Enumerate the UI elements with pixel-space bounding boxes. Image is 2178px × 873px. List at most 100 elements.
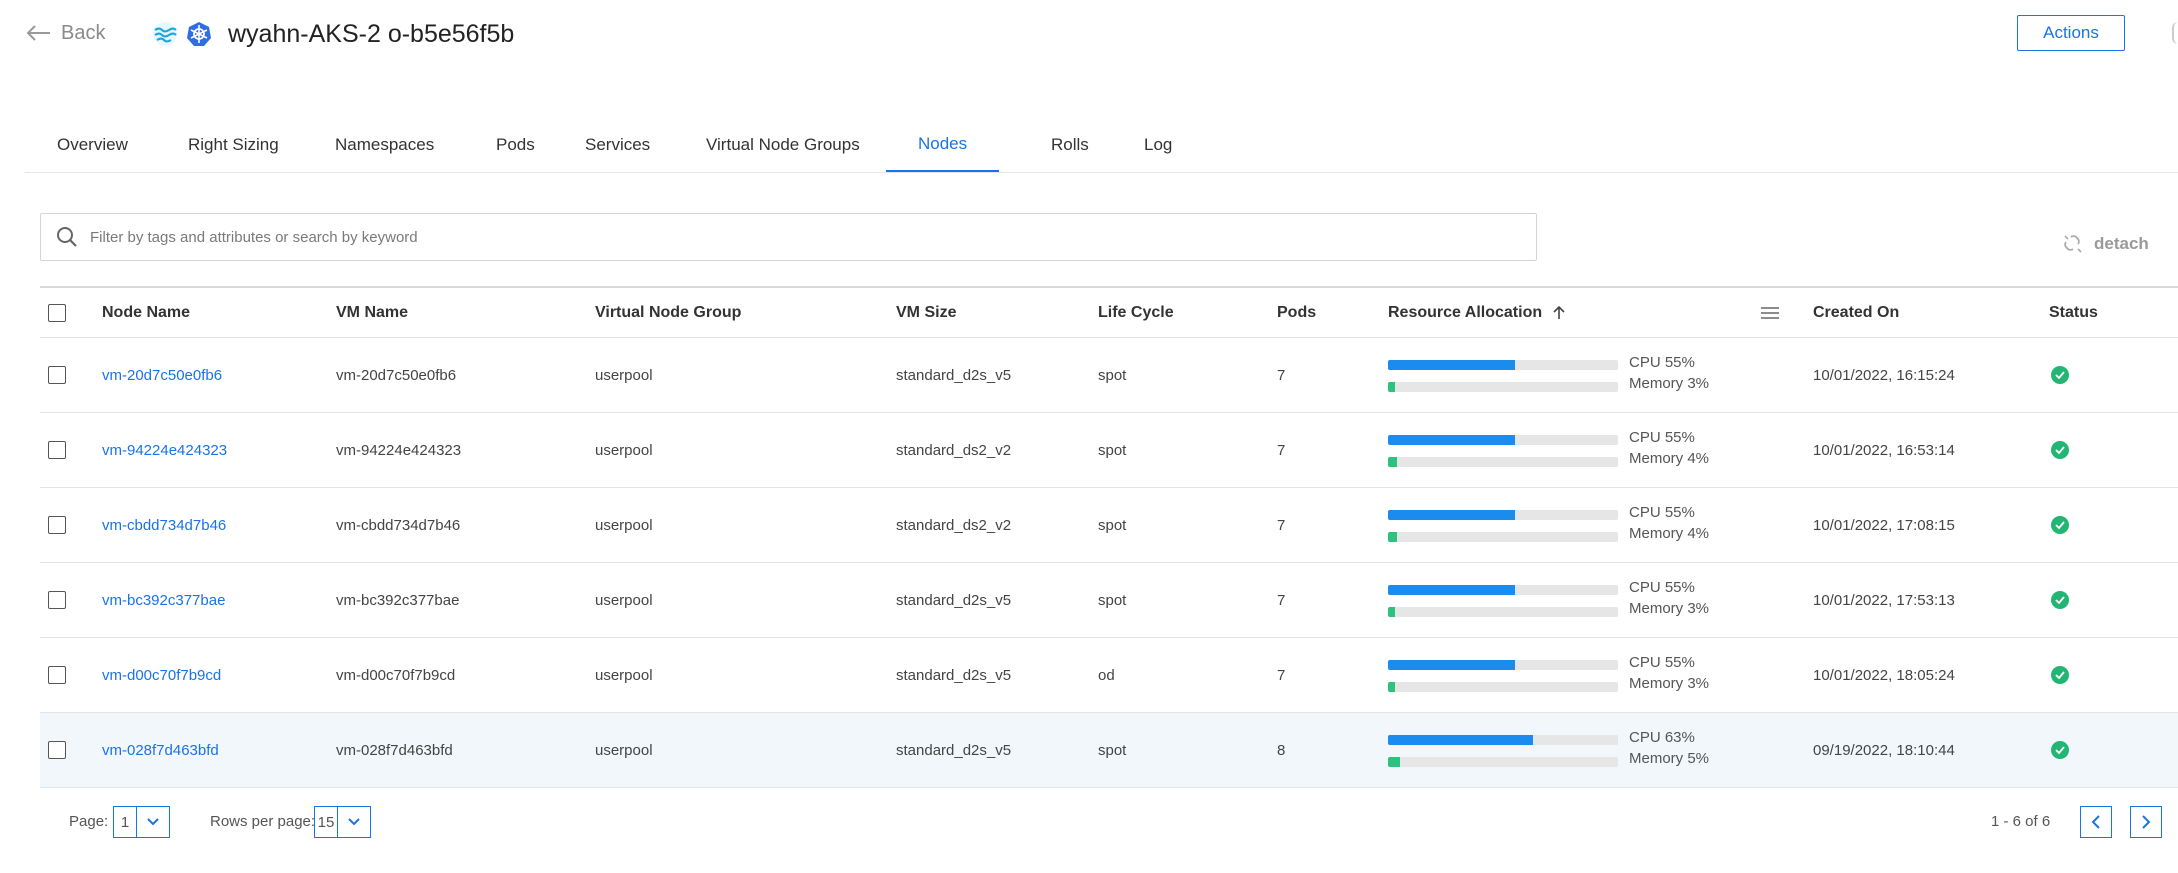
tab-pods[interactable]: Pods [464, 118, 567, 172]
col-status[interactable]: Status [2049, 288, 2098, 338]
chevron-left-icon [2091, 815, 2100, 829]
cpu-label: CPU 63% [1629, 729, 1695, 746]
page-title: wyahn-AKS-2 o-b5e56f5b [228, 20, 514, 49]
table-row[interactable]: vm-028f7d463bfd vm-028f7d463bfd userpool… [40, 713, 2178, 788]
pods-count: 8 [1277, 741, 1286, 759]
next-page-button[interactable] [2130, 806, 2162, 838]
col-node-name[interactable]: Node Name [102, 288, 190, 338]
pods-count: 7 [1277, 366, 1286, 384]
cpu-bar-fill [1388, 735, 1533, 745]
page-select[interactable]: 1 [113, 806, 170, 838]
table-row[interactable]: vm-94224e424323 vm-94224e424323 userpool… [40, 413, 2178, 488]
col-life-cycle[interactable]: Life Cycle [1098, 288, 1174, 338]
row-checkbox[interactable] [48, 516, 66, 534]
cpu-bar [1388, 510, 1618, 520]
rows-per-page-select[interactable]: 15 [314, 806, 371, 838]
table-row[interactable]: vm-cbdd734d7b46 vm-cbdd734d7b46 userpool… [40, 488, 2178, 563]
vm-name: vm-cbdd734d7b46 [336, 516, 461, 534]
created-on: 10/01/2022, 16:53:14 [1813, 441, 1955, 459]
row-checkbox[interactable] [48, 741, 66, 759]
created-on: 10/01/2022, 17:53:13 [1813, 591, 1955, 609]
col-pods[interactable]: Pods [1277, 288, 1316, 338]
col-created-on[interactable]: Created On [1813, 288, 1899, 338]
tab-virtual-node-groups[interactable]: Virtual Node Groups [674, 118, 892, 172]
row-checkbox[interactable] [48, 591, 66, 609]
resource-allocation: CPU 55% Memory 3% [1388, 638, 1718, 712]
tab-rolls[interactable]: Rolls [1019, 118, 1121, 172]
actions-button[interactable]: Actions [2017, 15, 2125, 51]
cpu-bar-fill [1388, 510, 1515, 520]
vm-name: vm-bc392c377bae [336, 591, 460, 609]
result-count: 1 - 6 of 6 [1991, 813, 2051, 830]
created-on: 10/01/2022, 16:15:24 [1813, 366, 1955, 384]
col-virtual-node-group[interactable]: Virtual Node Group [595, 288, 741, 338]
node-name-link[interactable]: vm-94224e424323 [102, 413, 227, 487]
chevron-right-icon [2142, 815, 2151, 829]
memory-label: Memory 5% [1629, 750, 1710, 767]
tab-nodes[interactable]: Nodes [886, 118, 1000, 172]
life-cycle: spot [1098, 516, 1127, 534]
cpu-label: CPU 55% [1629, 429, 1695, 446]
col-resource-allocation[interactable]: Resource Allocation [1388, 288, 1566, 338]
cpu-label: CPU 55% [1629, 504, 1695, 521]
cluster-name: wyahn-AKS-2 [228, 19, 381, 48]
status-ok-icon [2051, 591, 2069, 609]
pods-count: 7 [1277, 666, 1286, 684]
life-cycle: spot [1098, 441, 1127, 459]
memory-bar [1388, 382, 1618, 392]
life-cycle: od [1098, 666, 1115, 684]
virtual-node-group: userpool [595, 516, 653, 534]
table-row[interactable]: vm-20d7c50e0fb6 vm-20d7c50e0fb6 userpool… [40, 338, 2178, 413]
tab-right-sizing[interactable]: Right Sizing [156, 118, 311, 172]
tab-services[interactable]: Services [553, 118, 682, 172]
pods-count: 7 [1277, 441, 1286, 459]
column-menu-icon[interactable] [1761, 288, 1779, 338]
table-header: Node Name VM Name Virtual Node Group VM … [40, 286, 2178, 338]
node-name-link[interactable]: vm-bc392c377bae [102, 563, 225, 637]
status-ok-icon [2051, 441, 2069, 459]
cpu-bar [1388, 735, 1618, 745]
life-cycle: spot [1098, 741, 1127, 759]
row-checkbox[interactable] [48, 441, 66, 459]
rows-per-page-label: Rows per page: [210, 813, 316, 830]
cpu-bar [1388, 435, 1618, 445]
node-name-link[interactable]: vm-cbdd734d7b46 [102, 488, 226, 562]
tab-overview[interactable]: Overview [25, 118, 160, 172]
row-checkbox[interactable] [48, 666, 66, 684]
status-ok-icon [2051, 666, 2069, 684]
table-row[interactable]: vm-bc392c377bae vm-bc392c377bae userpool… [40, 563, 2178, 638]
search-bar [40, 213, 1537, 261]
nodes-table: Node Name VM Name Virtual Node Group VM … [40, 286, 2178, 788]
chevron-down-icon [338, 807, 370, 837]
table-row[interactable]: vm-d00c70f7b9cd vm-d00c70f7b9cd userpool… [40, 638, 2178, 713]
node-name-link[interactable]: vm-d00c70f7b9cd [102, 638, 221, 712]
detach-button[interactable]: detach [2062, 233, 2149, 255]
memory-label: Memory 4% [1629, 525, 1710, 542]
back-button[interactable]: Back [25, 20, 105, 46]
page-header: wyahn-AKS-2 o-b5e56f5b [152, 16, 514, 52]
detach-label: detach [2094, 234, 2149, 253]
chevron-down-icon [137, 807, 169, 837]
prev-page-button[interactable] [2080, 806, 2112, 838]
virtual-node-group: userpool [595, 366, 653, 384]
search-input[interactable] [88, 227, 1492, 247]
memory-bar-fill [1388, 382, 1395, 392]
ocean-wave-icon [153, 22, 177, 46]
memory-bar [1388, 457, 1618, 467]
status-ok-icon [2051, 516, 2069, 534]
resource-allocation: CPU 63% Memory 5% [1388, 713, 1718, 787]
col-vm-size[interactable]: VM Size [896, 288, 956, 338]
node-name-link[interactable]: vm-20d7c50e0fb6 [102, 338, 222, 412]
col-vm-name[interactable]: VM Name [336, 288, 408, 338]
resource-allocation: CPU 55% Memory 3% [1388, 338, 1718, 412]
resource-allocation: CPU 55% Memory 3% [1388, 563, 1718, 637]
node-name-link[interactable]: vm-028f7d463bfd [102, 713, 219, 787]
cpu-bar [1388, 585, 1618, 595]
row-checkbox[interactable] [48, 366, 66, 384]
tab-bar: Overview Right Sizing Namespaces Pods Se… [25, 118, 2178, 173]
memory-bar-fill [1388, 532, 1398, 542]
select-all-checkbox[interactable] [48, 304, 66, 322]
tab-log[interactable]: Log [1112, 118, 1204, 172]
tab-namespaces[interactable]: Namespaces [303, 118, 466, 172]
cpu-bar [1388, 360, 1618, 370]
